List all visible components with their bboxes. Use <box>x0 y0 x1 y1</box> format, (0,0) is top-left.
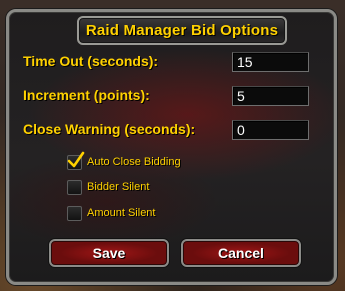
amount-silent-label: Amount Silent <box>87 207 156 219</box>
bidder-silent-option[interactable]: Bidder Silent <box>67 178 149 196</box>
increment-label: Increment (points): <box>23 87 150 103</box>
amount-silent-checkbox[interactable] <box>67 205 82 221</box>
timeout-input[interactable] <box>232 52 309 72</box>
save-button[interactable]: Save <box>49 239 169 267</box>
auto-close-label: Auto Close Bidding <box>87 156 181 168</box>
close-warning-input[interactable] <box>232 120 309 140</box>
auto-close-checkbox[interactable] <box>67 151 85 170</box>
close-warning-label: Close Warning (seconds): <box>23 121 196 137</box>
amount-silent-option[interactable]: Amount Silent <box>67 204 155 222</box>
bidder-silent-checkbox[interactable] <box>67 179 82 195</box>
dialog-title-plate[interactable]: Raid Manager Bid Options <box>77 16 287 45</box>
dialog-title: Raid Manager Bid Options <box>85 22 279 39</box>
bidder-silent-label: Bidder Silent <box>87 181 150 193</box>
cancel-button[interactable]: Cancel <box>181 239 301 267</box>
auto-close-option[interactable]: Auto Close Bidding <box>67 151 181 171</box>
timeout-label: Time Out (seconds): <box>23 53 159 69</box>
checkmark-icon <box>67 151 85 167</box>
increment-input[interactable] <box>232 86 309 106</box>
